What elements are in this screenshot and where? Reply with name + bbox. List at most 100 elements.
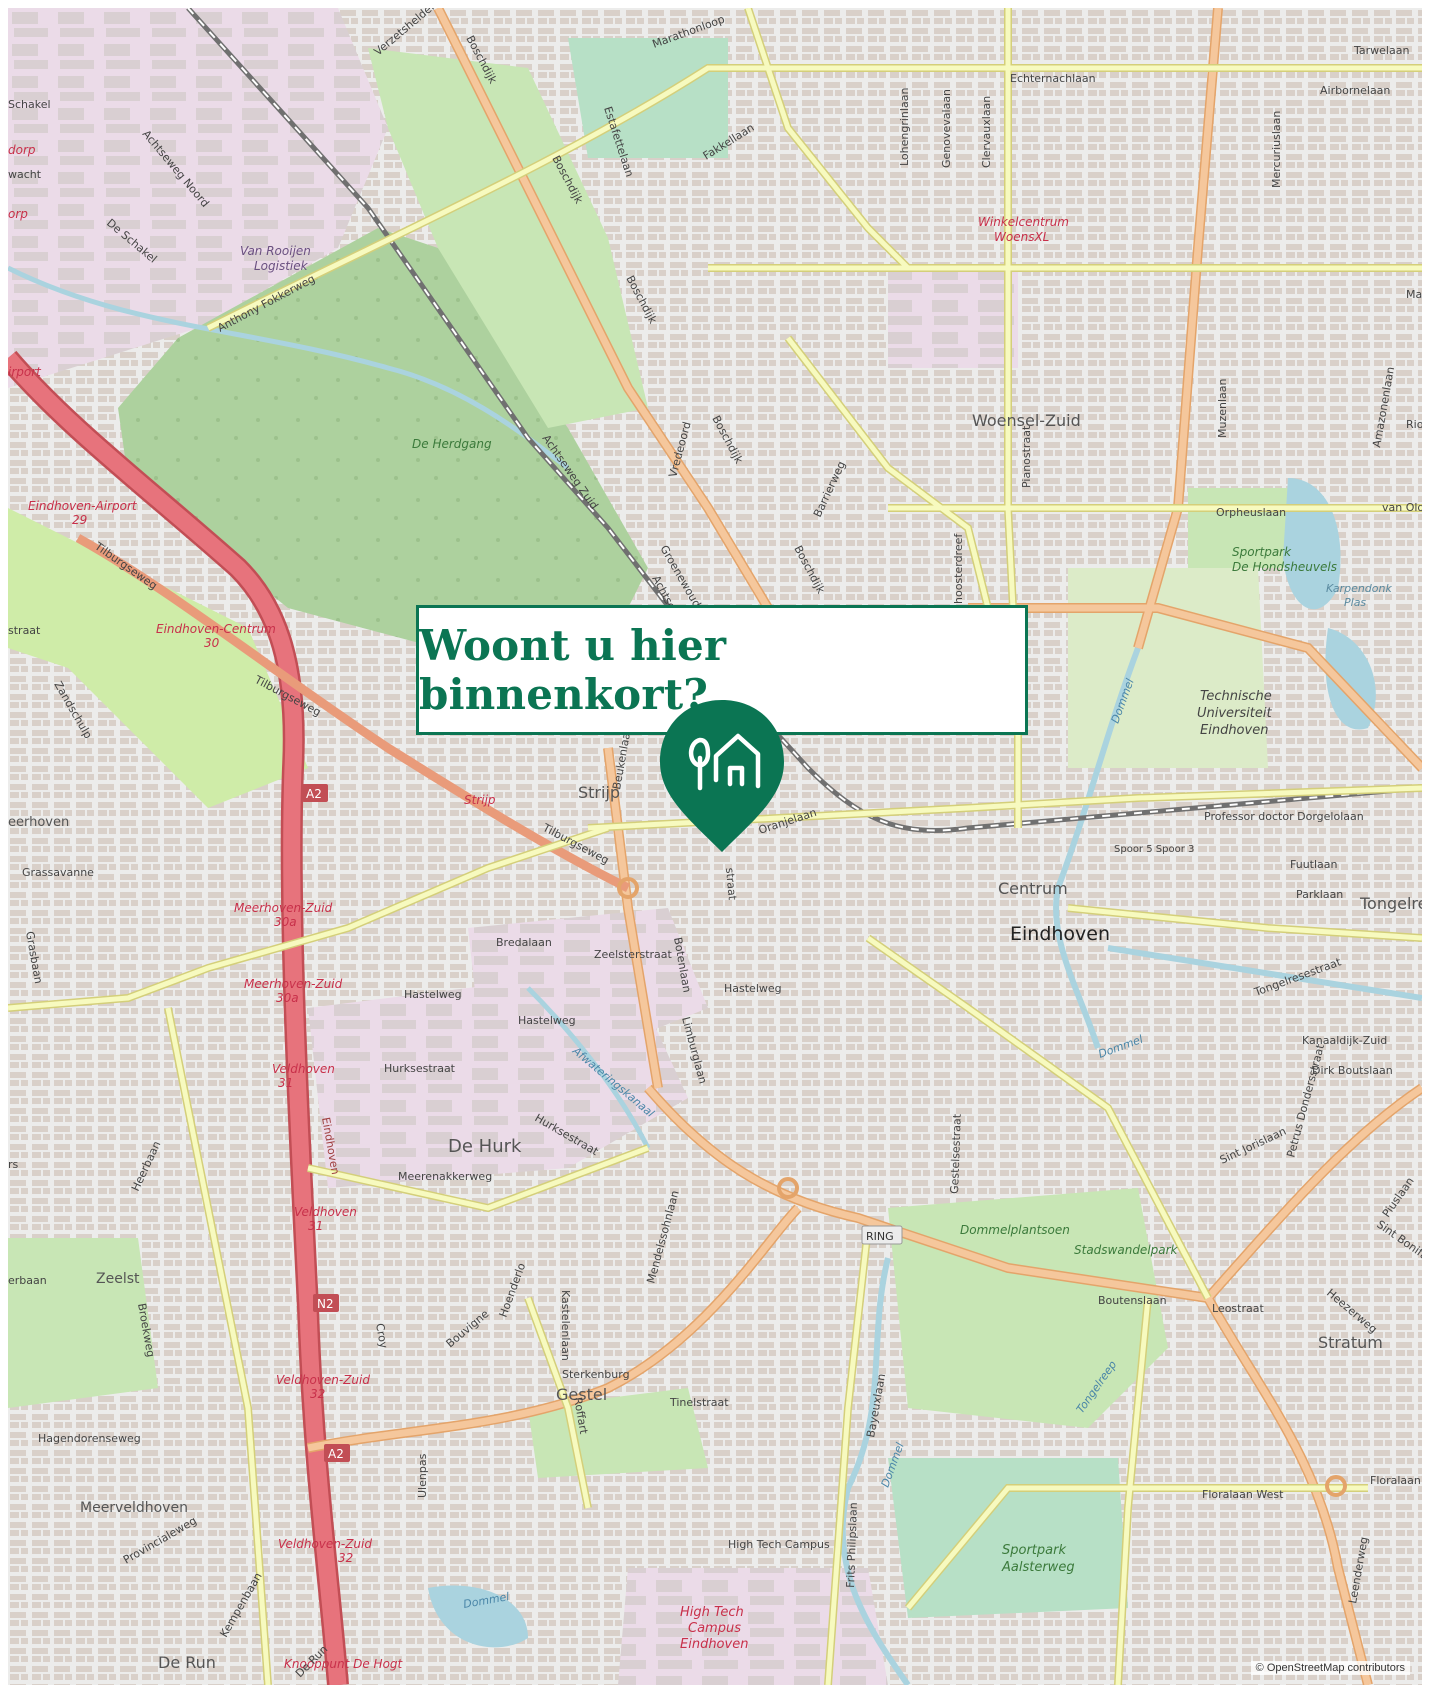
park-zeelst bbox=[8, 1238, 158, 1408]
label-airport-exit: Eindhoven-Airport bbox=[28, 499, 138, 513]
label-veldhoven-zuid-2-no: 32 bbox=[338, 1551, 353, 1565]
street-hastelweg-1: Hastelweg bbox=[404, 988, 462, 1001]
label-dorp-edge: dorp bbox=[8, 143, 36, 157]
label-dommelplantsoen: Dommelplantsoen bbox=[960, 1223, 1070, 1237]
street-floralaan-west: Floralaan West bbox=[1202, 1488, 1284, 1501]
label-meerhoven-zuid-2-no: 30a bbox=[276, 991, 299, 1005]
label-de-herdgang: De Herdgang bbox=[412, 437, 492, 451]
street-erbaan: erbaan bbox=[8, 1274, 47, 1287]
street-dirk-boutslaan: Dirk Boutslaan bbox=[1312, 1064, 1393, 1077]
street-kastelenlaan: Kastelenlaan bbox=[559, 1290, 572, 1361]
label-veldhoven-zuid-1-no: 32 bbox=[310, 1387, 325, 1401]
map-canvas[interactable]: Woensel-Zuid Centrum Strijp De Hurk Gest… bbox=[8, 8, 1422, 1685]
street-airbornelaan: Airbornelaan bbox=[1320, 84, 1390, 97]
street-parklaan: Parklaan bbox=[1296, 888, 1343, 901]
label-sportpark-aal-2: Aalsterweg bbox=[1001, 1560, 1075, 1575]
street-bredalaan: Bredalaan bbox=[496, 936, 552, 949]
label-strijp-red: Strijp bbox=[464, 793, 496, 807]
street-hurksestraat-1: Hurksestraat bbox=[384, 1062, 456, 1075]
label-veldhoven-zuid-1: Veldhoven-Zuid bbox=[276, 1373, 370, 1387]
shield-n2: N2 bbox=[317, 1297, 334, 1311]
label-eerhoven: eerhoven bbox=[8, 815, 69, 830]
street-straat-edge: straat bbox=[8, 624, 41, 637]
shield-ring: RING bbox=[866, 1230, 894, 1243]
street-hoosterdreef: hoosterdreef bbox=[952, 533, 965, 604]
label-stadswandelpark: Stadswandelpark bbox=[1074, 1243, 1179, 1257]
street-lohengrinlaan: Lohengrinlaan bbox=[898, 88, 911, 166]
street-grassavanne: Grassavanne bbox=[22, 866, 94, 879]
label-sportpark-hond-2: De Hondsheuvels bbox=[1232, 560, 1337, 574]
label-karpendonk-2: Plas bbox=[1344, 596, 1366, 609]
label-veldhoven-zuid-2: Veldhoven-Zuid bbox=[278, 1537, 372, 1551]
label-centrum-exit: Eindhoven-Centrum bbox=[156, 622, 276, 636]
label-van-rooijen-1: Van Rooijen bbox=[240, 244, 311, 258]
label-meerhoven-zuid-2: Meerhoven-Zuid bbox=[244, 977, 343, 991]
street-orpheuslaan: Orpheuslaan bbox=[1216, 506, 1286, 519]
map-attribution[interactable]: © OpenStreetMap contributors bbox=[1250, 1661, 1410, 1675]
street-schakel: Schakel bbox=[8, 98, 51, 111]
label-tu-1: Technische bbox=[1200, 689, 1272, 704]
street-hastelweg-3: Hastelweg bbox=[724, 982, 782, 995]
label-zeelst: Zeelst bbox=[96, 1271, 140, 1287]
label-tu-3: Eindhoven bbox=[1200, 723, 1268, 738]
street-echternachlaan: Echternachlaan bbox=[1010, 72, 1096, 85]
street-mercuriuslaan: Mercuriuslaan bbox=[1270, 111, 1283, 188]
label-airport-edge: irport bbox=[8, 365, 42, 379]
street-boutenslaan: Boutenslaan bbox=[1098, 1294, 1167, 1307]
label-winkelcentrum-1: Winkelcentrum bbox=[978, 215, 1069, 229]
label-meerhoven-zuid-1: Meerhoven-Zuid bbox=[234, 901, 333, 915]
label-de-hurk: De Hurk bbox=[448, 1136, 522, 1157]
street-clervauxlaan: Clervauxlaan bbox=[980, 96, 993, 168]
street-zeelsterstraat: Zeelsterstraat bbox=[594, 948, 673, 961]
shield-a2-top: A2 bbox=[306, 787, 322, 801]
street-high-tech-campus: High Tech Campus bbox=[728, 1538, 830, 1551]
label-htc-3: Eindhoven bbox=[680, 1637, 748, 1652]
label-veldhoven-2-no: 31 bbox=[308, 1219, 323, 1233]
label-karpendonk-1: Karpendonk bbox=[1326, 582, 1392, 595]
label-htc-2: Campus bbox=[688, 1621, 741, 1636]
label-sportpark-aal-1: Sportpark bbox=[1002, 1543, 1066, 1558]
location-pin-icon[interactable] bbox=[654, 696, 790, 856]
label-tongelre: Tongelre bbox=[1359, 894, 1422, 913]
label-centrum: Centrum bbox=[998, 879, 1068, 898]
street-professor: Professor doctor Dorgelolaan bbox=[1204, 810, 1364, 823]
label-veldhoven-1-no: 31 bbox=[278, 1076, 293, 1090]
label-tu-2: Universiteit bbox=[1197, 706, 1272, 721]
label-meerveldhoven: Meerveldhoven bbox=[80, 1500, 188, 1516]
street-s-edge: rs bbox=[8, 1158, 19, 1171]
street-wacht: wacht bbox=[8, 168, 42, 181]
street-meerenakkerweg: Meerenakkerweg bbox=[398, 1170, 492, 1183]
industrial-area-woensel bbox=[888, 268, 1018, 368]
street-genovevalaan: Genovevalaan bbox=[940, 89, 953, 168]
street-muzenlaan: Muzenlaan bbox=[1216, 378, 1229, 438]
street-rio-edge: Rio bbox=[1406, 418, 1422, 431]
street-ulenpas: Ulenpas bbox=[416, 1453, 429, 1498]
street-leostraat: Leostraat bbox=[1212, 1302, 1264, 1315]
pin-body bbox=[660, 700, 784, 852]
street-sterkenburg: Sterkenburg bbox=[562, 1368, 630, 1381]
label-meerhoven-zuid-1-no: 30a bbox=[274, 915, 297, 929]
label-eindhoven: Eindhoven bbox=[1010, 923, 1110, 945]
street-floralaan-oost: Floralaan bbox=[1370, 1474, 1421, 1487]
label-stratum: Stratum bbox=[1318, 1333, 1383, 1352]
street-tarwelaan: Tarwelaan bbox=[1353, 44, 1409, 57]
street-van-ol: van Old bbox=[1382, 501, 1422, 514]
label-htc-1: High Tech bbox=[680, 1605, 744, 1620]
shield-a2-bottom: A2 bbox=[328, 1447, 344, 1461]
label-de-run: De Run bbox=[158, 1653, 216, 1672]
street-hastelweg-2: Hastelweg bbox=[518, 1014, 576, 1027]
label-airport-exit-no: 29 bbox=[72, 513, 87, 527]
street-pianostraat: Pianostraat bbox=[1020, 425, 1033, 488]
label-veldhoven-1: Veldhoven bbox=[272, 1062, 335, 1076]
label-centrum-exit-no: 30 bbox=[204, 636, 220, 650]
label-van-rooijen-2: Logistiek bbox=[254, 259, 309, 273]
street-fuutlaan: Fuutlaan bbox=[1290, 858, 1338, 871]
street-ma-edge: Ma bbox=[1406, 288, 1422, 301]
label-sportpark-hond-1: Sportpark bbox=[1232, 545, 1292, 559]
label-orp-edge: orp bbox=[8, 207, 28, 221]
label-veldhoven-2: Veldhoven bbox=[294, 1205, 357, 1219]
street-tinelstraat: Tinelstraat bbox=[669, 1396, 729, 1409]
tu-campus bbox=[1068, 568, 1268, 768]
label-winkelcentrum-2: WoensXL bbox=[994, 230, 1049, 244]
street-spoor: Spoor 5 Spoor 3 bbox=[1114, 844, 1194, 855]
